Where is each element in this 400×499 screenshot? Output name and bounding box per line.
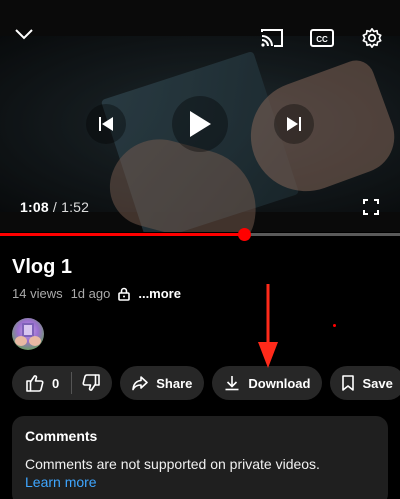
cast-icon[interactable] <box>258 26 286 50</box>
duration: 1:52 <box>61 199 90 215</box>
chevron-down-icon[interactable] <box>12 24 36 44</box>
current-time: 1:08 <box>20 199 49 215</box>
more-link[interactable]: ...more <box>138 286 181 301</box>
progress-fill <box>0 233 244 236</box>
download-button[interactable]: Download <box>212 366 323 400</box>
captions-icon[interactable]: CC <box>308 26 336 50</box>
like-button[interactable]: 0 <box>26 366 59 400</box>
progress-bar[interactable] <box>0 228 400 241</box>
video-meta: 14 views 1d ago ...more <box>12 286 181 301</box>
action-bar: 0 Share Download Save <box>12 366 400 400</box>
video-title: Vlog 1 <box>12 256 73 278</box>
next-icon[interactable] <box>274 104 314 144</box>
share-button[interactable]: Share <box>120 366 205 400</box>
comments-panel: Comments Comments are not supported on p… <box>12 416 388 499</box>
svg-text:CC: CC <box>316 35 328 44</box>
share-icon <box>132 375 149 391</box>
comments-heading: Comments <box>25 428 98 444</box>
play-icon[interactable] <box>172 96 228 152</box>
scrubber-handle[interactable] <box>238 228 251 241</box>
upload-age: 1d ago <box>70 286 111 301</box>
thumbs-down-icon <box>82 374 101 392</box>
share-label: Share <box>156 375 193 391</box>
time-separator: / <box>52 199 58 215</box>
fullscreen-icon[interactable] <box>360 196 382 218</box>
channel-avatar[interactable] <box>12 318 44 350</box>
thumbs-up-icon <box>26 374 44 392</box>
dislike-button[interactable] <box>82 366 112 400</box>
time-display: 1:08 / 1:52 <box>20 199 89 215</box>
video-player[interactable]: CC 1:08 / 1:52 <box>0 0 400 232</box>
comments-disabled-message: Comments are not supported on private vi… <box>25 456 320 472</box>
like-divider <box>71 372 73 394</box>
save-label: Save <box>362 375 393 391</box>
download-label: Download <box>248 375 311 391</box>
download-icon <box>224 375 240 391</box>
like-count: 0 <box>52 375 60 391</box>
learn-more-link[interactable]: Learn more <box>25 473 375 491</box>
gear-icon[interactable] <box>358 26 386 50</box>
view-count: 14 views <box>12 286 63 301</box>
lock-icon <box>118 287 131 301</box>
annotation-arrow-icon <box>256 284 280 370</box>
red-dot <box>333 324 336 327</box>
like-dislike-group: 0 <box>12 366 113 400</box>
save-button[interactable]: Save <box>330 366 400 400</box>
previous-icon[interactable] <box>86 104 126 144</box>
bookmark-icon <box>342 375 355 391</box>
